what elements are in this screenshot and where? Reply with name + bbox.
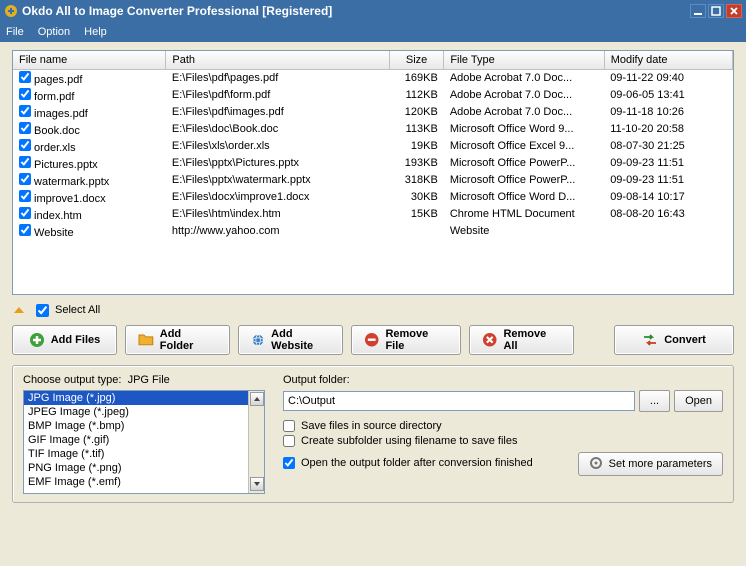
row-checkbox[interactable]: [19, 207, 31, 219]
list-item[interactable]: TIF Image (*.tif): [24, 447, 264, 461]
scroll-down-icon[interactable]: [250, 477, 264, 491]
row-checkbox[interactable]: [19, 190, 31, 202]
col-header-type[interactable]: File Type: [444, 51, 604, 69]
row-checkbox[interactable]: [19, 139, 31, 151]
globe-icon: [251, 332, 265, 348]
table-row[interactable]: order.xlsE:\Files\xls\order.xls19KBMicro…: [13, 138, 733, 155]
row-checkbox[interactable]: [19, 224, 31, 236]
table-row[interactable]: Pictures.pptxE:\Files\pptx\Pictures.pptx…: [13, 155, 733, 172]
convert-button[interactable]: Convert: [614, 325, 734, 355]
list-item[interactable]: JPEG Image (*.jpeg): [24, 405, 264, 419]
close-button[interactable]: [726, 4, 742, 18]
remove-file-button[interactable]: Remove File: [351, 325, 461, 355]
table-row[interactable]: Book.docE:\Files\doc\Book.doc113KBMicros…: [13, 121, 733, 138]
select-all-checkbox[interactable]: [36, 304, 49, 317]
table-row[interactable]: Websitehttp://www.yahoo.comWebsite: [13, 223, 733, 240]
table-row[interactable]: images.pdfE:\Files\pdf\images.pdf120KBAd…: [13, 104, 733, 121]
save-in-source-checkbox[interactable]: [283, 420, 295, 432]
table-row[interactable]: form.pdfE:\Files\pdf\form.pdf112KBAdobe …: [13, 87, 733, 104]
plus-icon: [29, 332, 45, 348]
list-item[interactable]: BMP Image (*.bmp): [24, 419, 264, 433]
output-folder-label: Output folder:: [283, 374, 723, 386]
up-arrow-icon: [12, 303, 26, 317]
list-item[interactable]: PNG Image (*.png): [24, 461, 264, 475]
menu-help[interactable]: Help: [84, 26, 107, 38]
col-header-date[interactable]: Modify date: [604, 51, 732, 69]
remove-all-button[interactable]: Remove All: [469, 325, 574, 355]
scrollbar[interactable]: [248, 391, 264, 493]
file-list[interactable]: File name Path Size File Type Modify dat…: [12, 50, 734, 295]
add-folder-button[interactable]: Add Folder: [125, 325, 230, 355]
x-icon: [482, 332, 497, 348]
list-item[interactable]: GIF Image (*.gif): [24, 433, 264, 447]
window-title: Okdo All to Image Converter Professional…: [22, 4, 690, 18]
row-checkbox[interactable]: [19, 105, 31, 117]
create-subfolder-label: Create subfolder using filename to save …: [301, 435, 517, 447]
output-panel: Choose output type: JPG File JPG Image (…: [12, 365, 734, 503]
choose-output-label: Choose output type: JPG File: [23, 374, 265, 386]
table-row[interactable]: improve1.docxE:\Files\docx\improve1.docx…: [13, 189, 733, 206]
output-folder-input[interactable]: [283, 391, 635, 411]
browse-button[interactable]: ...: [639, 390, 670, 412]
row-checkbox[interactable]: [19, 122, 31, 134]
folder-icon: [138, 332, 154, 348]
table-row[interactable]: pages.pdfE:\Files\pdf\pages.pdf169KBAdob…: [13, 69, 733, 87]
row-checkbox[interactable]: [19, 88, 31, 100]
menu-option[interactable]: Option: [38, 26, 70, 38]
open-button[interactable]: Open: [674, 390, 723, 412]
maximize-button[interactable]: [708, 4, 724, 18]
col-header-path[interactable]: Path: [166, 51, 389, 69]
add-website-button[interactable]: Add Website: [238, 325, 343, 355]
row-checkbox[interactable]: [19, 156, 31, 168]
set-more-parameters-button[interactable]: Set more parameters: [578, 452, 723, 476]
minus-icon: [364, 332, 379, 348]
output-type-list[interactable]: JPG Image (*.jpg)JPEG Image (*.jpeg)BMP …: [23, 390, 265, 494]
gear-icon: [589, 456, 603, 473]
minimize-button[interactable]: [690, 4, 706, 18]
menu-file[interactable]: File: [6, 26, 24, 38]
add-files-button[interactable]: Add Files: [12, 325, 117, 355]
menubar: File Option Help: [0, 22, 746, 42]
table-row[interactable]: index.htmE:\Files\htm\index.htm15KBChrom…: [13, 206, 733, 223]
open-after-label: Open the output folder after conversion …: [301, 457, 533, 469]
app-icon: [4, 4, 18, 18]
col-header-size[interactable]: Size: [389, 51, 444, 69]
table-row[interactable]: watermark.pptxE:\Files\pptx\watermark.pp…: [13, 172, 733, 189]
row-checkbox[interactable]: [19, 173, 31, 185]
row-checkbox[interactable]: [19, 71, 31, 83]
open-after-checkbox[interactable]: [283, 457, 295, 469]
convert-icon: [642, 332, 658, 348]
list-item[interactable]: JPG Image (*.jpg): [24, 391, 264, 405]
create-subfolder-checkbox[interactable]: [283, 435, 295, 447]
list-item[interactable]: EMF Image (*.emf): [24, 475, 264, 489]
select-all-label[interactable]: Select All: [55, 304, 100, 316]
scroll-up-icon[interactable]: [250, 392, 264, 406]
save-in-source-label: Save files in source directory: [301, 420, 442, 432]
col-header-name[interactable]: File name: [13, 51, 166, 69]
titlebar: Okdo All to Image Converter Professional…: [0, 0, 746, 22]
